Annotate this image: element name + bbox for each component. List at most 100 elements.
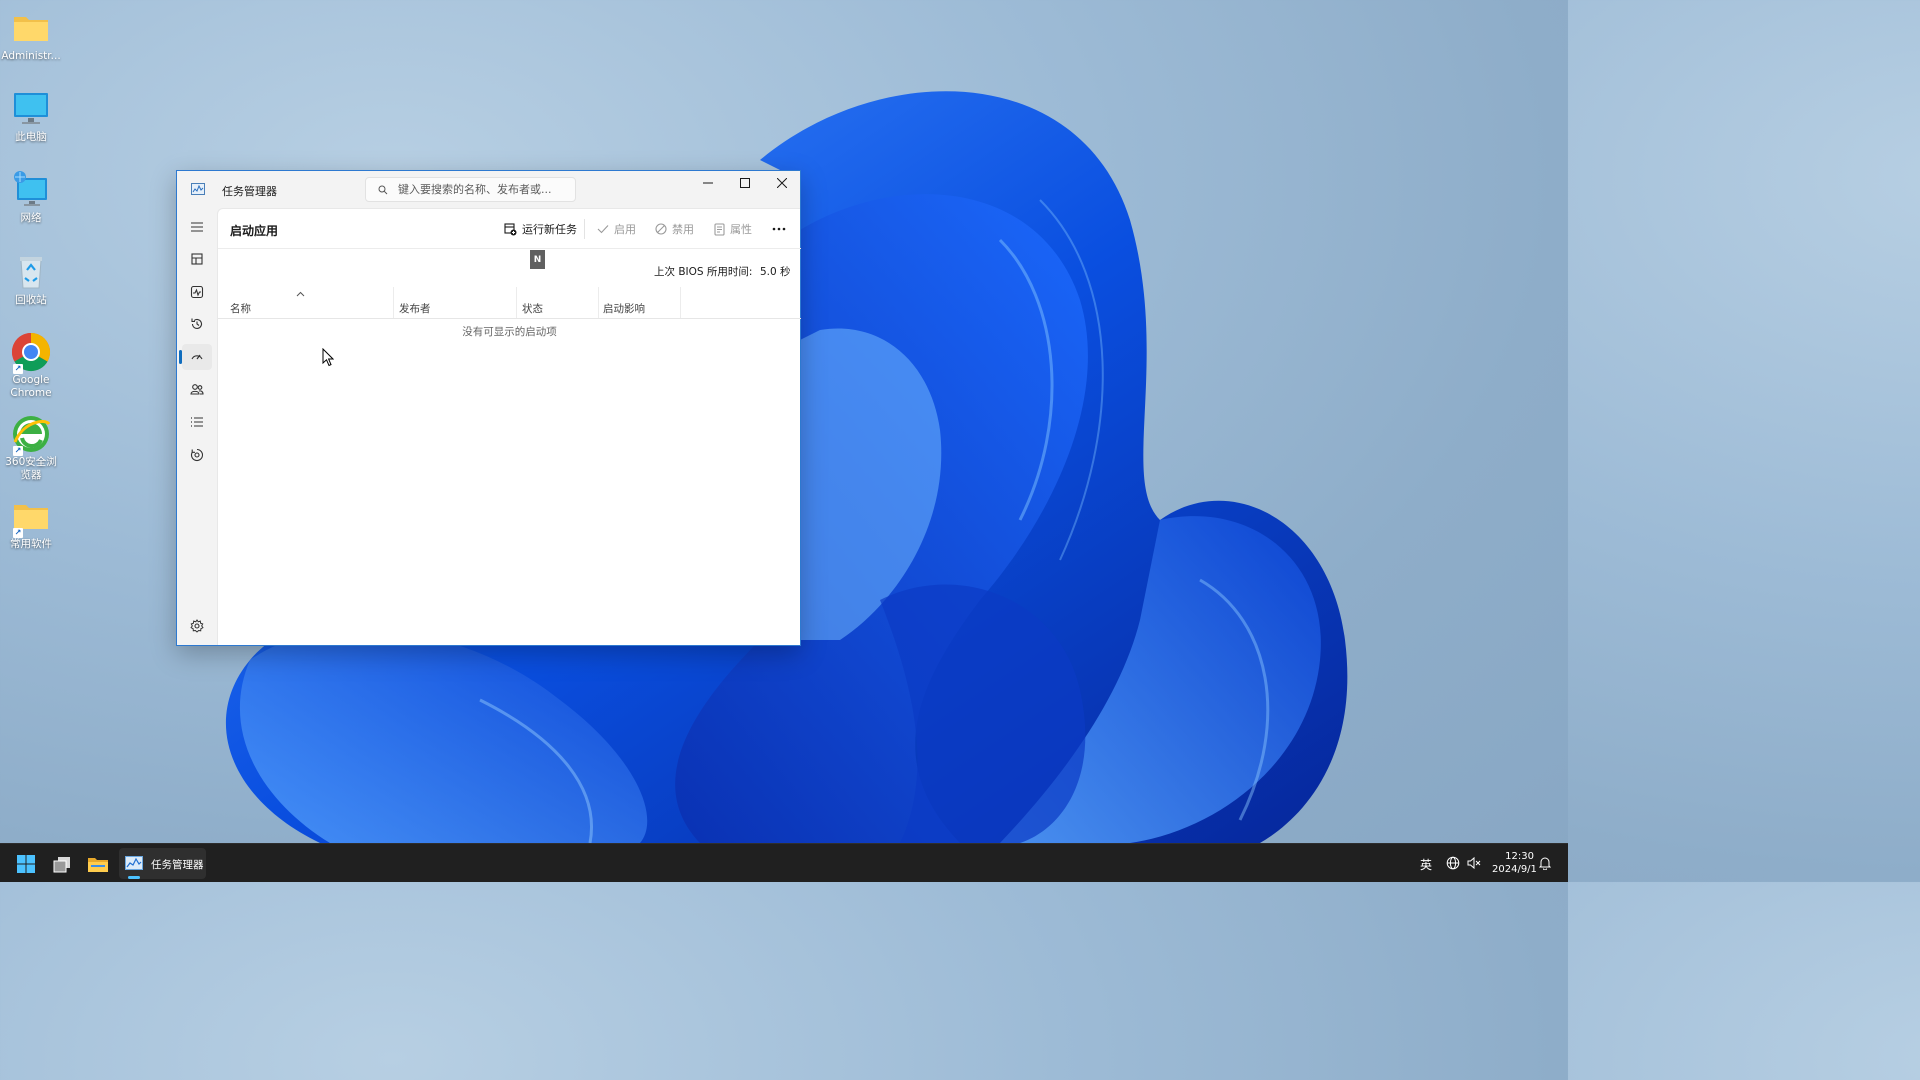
more-icon xyxy=(772,227,786,231)
desktop-icon-label: Google Chrome xyxy=(10,374,52,399)
nav-app-history[interactable] xyxy=(182,311,212,337)
desktop-icon-label: 网络 xyxy=(20,212,42,224)
properties-button[interactable]: 属性 xyxy=(714,220,752,238)
startup-icon xyxy=(191,354,203,360)
desktop-icon-label: Administr... xyxy=(1,50,61,62)
disable-button[interactable]: 禁用 xyxy=(655,220,694,238)
column-divider[interactable] xyxy=(598,287,599,319)
volume-muted-icon[interactable] xyxy=(1467,856,1481,870)
nav-users[interactable] xyxy=(182,376,212,402)
file-explorer-button[interactable] xyxy=(86,852,110,876)
nav-details[interactable] xyxy=(182,409,212,435)
notification-bell-icon[interactable] xyxy=(1539,856,1551,870)
properties-label: 属性 xyxy=(730,223,752,236)
column-divider[interactable] xyxy=(393,287,394,319)
mouse-cursor-icon xyxy=(322,348,334,367)
desktop-icon-360-browser[interactable]: ↗ 360安全浏览器 xyxy=(2,414,60,482)
folder-icon: ↗ xyxy=(11,496,51,538)
browser-360-icon: ↗ xyxy=(11,414,51,456)
column-divider[interactable] xyxy=(516,287,517,319)
desktop-icon-label: 360安全浏览器 xyxy=(5,456,57,481)
gear-icon xyxy=(190,619,204,633)
desktop-icon-network[interactable]: 网络 xyxy=(2,170,60,225)
desktop-icon-google-chrome[interactable]: ↗ Google Chrome xyxy=(2,332,60,400)
checkmark-icon xyxy=(597,225,609,234)
nav-processes[interactable] xyxy=(182,246,212,272)
bios-time-label: 上次 BIOS 所用时间: xyxy=(654,266,753,278)
input-method-indicator[interactable]: 英 xyxy=(1420,856,1432,873)
running-app-indicator xyxy=(128,876,140,879)
column-header-row: 名称 发布者 状态 启动影响 xyxy=(218,287,801,319)
nav-startup-apps[interactable] xyxy=(182,344,212,370)
search-icon xyxy=(378,185,388,195)
taskbar-task-manager-label: 任务管理器 xyxy=(151,859,204,871)
desktop-icon-recycle-bin[interactable]: 回收站 xyxy=(2,252,60,307)
column-header-name[interactable]: 名称 xyxy=(230,301,251,316)
clock-time: 12:30 xyxy=(1505,851,1534,862)
details-icon xyxy=(191,417,203,427)
run-task-icon xyxy=(504,222,517,235)
hamburger-menu-button[interactable] xyxy=(182,214,212,240)
chrome-icon: ↗ xyxy=(11,332,51,374)
sort-ascending-icon xyxy=(296,291,305,297)
desktop-icon-label: 此电脑 xyxy=(15,131,47,143)
processes-icon xyxy=(191,253,203,265)
header-divider xyxy=(218,248,801,249)
services-icon xyxy=(191,448,203,462)
bios-time-value: 5.0 秒 xyxy=(760,266,791,278)
desktop-icon-administrator[interactable]: Administr... xyxy=(1,8,61,63)
task-manager-app-icon xyxy=(125,856,143,870)
network-icon xyxy=(11,170,51,210)
properties-icon xyxy=(714,222,725,236)
task-view-button[interactable] xyxy=(50,852,74,876)
minimize-button[interactable] xyxy=(689,171,726,195)
close-icon xyxy=(776,178,787,188)
nav-settings[interactable] xyxy=(182,613,212,639)
users-icon xyxy=(190,384,204,395)
hamburger-icon xyxy=(191,222,203,232)
folder-icon xyxy=(88,858,108,872)
run-new-task-button[interactable]: 运行新任务 xyxy=(504,220,577,238)
computer-icon xyxy=(11,89,51,129)
navigation-rail xyxy=(177,208,217,645)
run-new-task-label: 运行新任务 xyxy=(522,223,577,236)
start-button[interactable] xyxy=(14,852,38,876)
clock-date: 2024/9/1 xyxy=(1492,864,1537,875)
nav-performance[interactable] xyxy=(182,279,212,305)
title-bar[interactable]: 任务管理器 xyxy=(177,171,800,208)
shortcut-arrow-icon: ↗ xyxy=(13,446,23,456)
startup-apps-page: 启动应用 运行新任务 启用 禁用 属性 N 上次 BIOS 所用时间: 5.0 … xyxy=(217,208,801,645)
nav-services[interactable] xyxy=(182,442,212,468)
network-globe-icon[interactable] xyxy=(1446,856,1460,870)
search-input[interactable] xyxy=(398,181,568,198)
column-header-status[interactable]: 状态 xyxy=(522,301,543,316)
disable-label: 禁用 xyxy=(672,223,694,236)
search-box[interactable] xyxy=(365,177,576,202)
task-manager-window: 任务管理器 键入要搜索的名称、发布者或... 启动应用 运行新任务 启用 禁用 … xyxy=(176,170,801,646)
maximize-icon xyxy=(739,178,750,188)
taskbar-task-manager-button[interactable]: 任务管理器 xyxy=(119,848,206,879)
enable-button[interactable]: 启用 xyxy=(597,220,636,238)
keyboard-access-key-badge: N xyxy=(530,250,545,269)
history-icon xyxy=(191,318,203,329)
windows-logo-icon xyxy=(17,855,35,873)
close-button[interactable] xyxy=(763,171,800,195)
more-options-button[interactable] xyxy=(772,220,788,238)
recycle-bin-icon xyxy=(11,252,51,292)
column-header-startup-impact[interactable]: 启动影响 xyxy=(603,301,645,316)
column-header-publisher[interactable]: 发布者 xyxy=(399,301,431,316)
toolbar-separator xyxy=(584,219,585,239)
column-divider[interactable] xyxy=(680,287,681,319)
minimize-icon xyxy=(702,182,713,184)
desktop-icon-label: 回收站 xyxy=(15,294,47,306)
maximize-button[interactable] xyxy=(726,171,763,195)
desktop-icon-label: 常用软件 xyxy=(10,538,52,550)
desktop-icon-common-software[interactable]: ↗ 常用软件 xyxy=(2,496,60,551)
performance-icon xyxy=(190,285,204,299)
empty-list-message: 没有可显示的启动项 xyxy=(462,326,557,338)
shortcut-arrow-icon: ↗ xyxy=(13,528,23,538)
column-header-divider xyxy=(218,318,801,319)
desktop-icon-this-pc[interactable]: 此电脑 xyxy=(2,89,60,144)
system-clock[interactable]: 12:30 2024/9/1 xyxy=(1492,850,1537,876)
page-title: 启动应用 xyxy=(230,224,279,238)
